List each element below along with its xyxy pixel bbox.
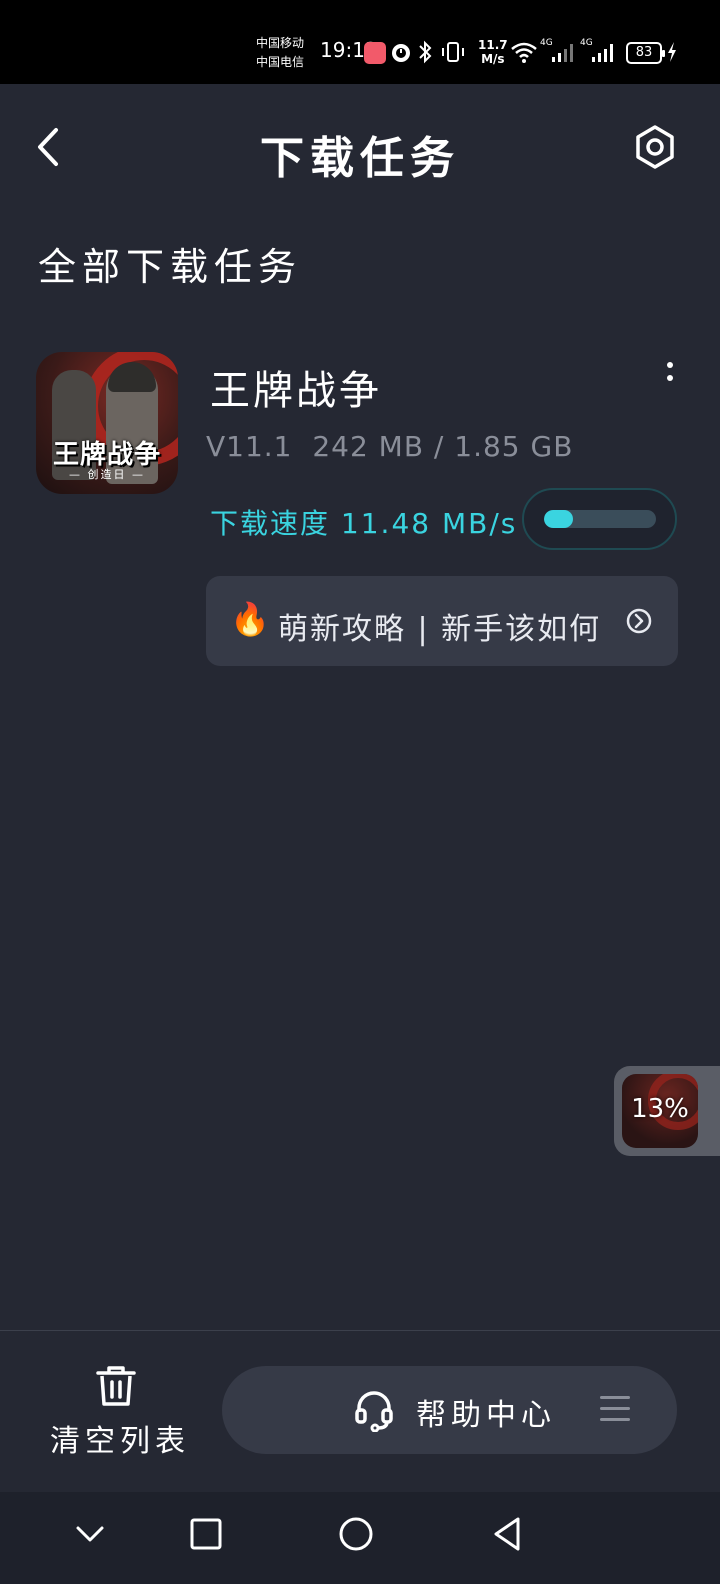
guide-banner-text: 萌新攻略 | 新手该如何: [278, 612, 602, 647]
dot-icon: [667, 362, 673, 368]
section-title: 全部下载任务: [38, 245, 303, 289]
nav-recents-button[interactable]: [186, 1514, 226, 1554]
nav-collapse-button[interactable]: [70, 1514, 110, 1554]
page-title: 下载任务: [260, 133, 460, 184]
clear-list-button[interactable]: 清空列表: [40, 1360, 200, 1464]
signal-1-icon: [552, 44, 573, 62]
carrier-2: 中国电信: [256, 55, 305, 69]
task-app-name: 王牌战争: [210, 368, 382, 414]
status-bar: 中国移动 中国电信 19:13 11.7 M/s 4G 4G 83: [0, 0, 720, 84]
download-progress-button[interactable]: [522, 488, 677, 550]
floating-progress-percent: 13%: [631, 1094, 689, 1124]
floating-app-thumbnail: 13%: [622, 1074, 698, 1148]
download-speed-label: 下载速度: [210, 507, 331, 540]
app-notification-icon: [364, 42, 386, 64]
battery-indicator: 83: [626, 42, 665, 64]
task-version-size: V11.1 242 MB / 1.85 GB: [206, 430, 573, 463]
system-nav-bar: [0, 1492, 720, 1584]
dot-icon: [667, 375, 673, 381]
download-speed: 下载速度 11.48 MB/s: [210, 502, 517, 542]
settings-button[interactable]: [632, 124, 678, 170]
app-icon-logo-sub: — 创造日 —: [69, 468, 145, 481]
wifi-icon: [511, 42, 537, 63]
headset-icon: [355, 1391, 393, 1432]
guide-banner[interactable]: 🔥 萌新攻略 | 新手该如何: [206, 576, 678, 666]
header: 下载任务: [0, 84, 720, 210]
bluetooth-icon: [419, 40, 432, 64]
carrier-1: 中国移动: [256, 36, 305, 50]
chevron-right-circle-icon[interactable]: [626, 608, 652, 634]
charging-icon: [668, 42, 676, 62]
trash-icon: [96, 1366, 136, 1406]
nav-home-button[interactable]: [336, 1514, 376, 1554]
task-version: V11.1: [206, 430, 293, 463]
alarm-icon: [392, 44, 410, 62]
fire-icon: 🔥: [230, 600, 270, 638]
progress-track: [544, 510, 656, 528]
nav-back-button[interactable]: [488, 1514, 528, 1554]
floating-download-widget[interactable]: 13%: [614, 1066, 720, 1156]
vibrate-icon: [442, 42, 464, 62]
network-speed-value: 11.7: [478, 38, 508, 52]
menu-icon: [600, 1396, 630, 1422]
divider: [0, 1330, 720, 1331]
clear-list-label: 清空列表: [50, 1424, 190, 1459]
help-center-label: 帮助中心: [416, 1398, 556, 1433]
download-speed-value: 11.48 MB/s: [340, 507, 518, 540]
more-options-button[interactable]: [660, 362, 680, 396]
network-speed: 11.7 M/s: [478, 38, 508, 66]
app-icon[interactable]: 王牌战争 — 创造日 —: [36, 352, 178, 494]
progress-fill: [544, 510, 573, 528]
signal-2-icon: [592, 44, 613, 62]
carrier-names: 中国移动 中国电信: [256, 34, 318, 72]
task-size-progress: 242 MB / 1.85 GB: [312, 430, 574, 463]
help-center-button[interactable]: 帮助中心: [222, 1366, 677, 1454]
network-speed-unit: M/s: [481, 52, 505, 66]
